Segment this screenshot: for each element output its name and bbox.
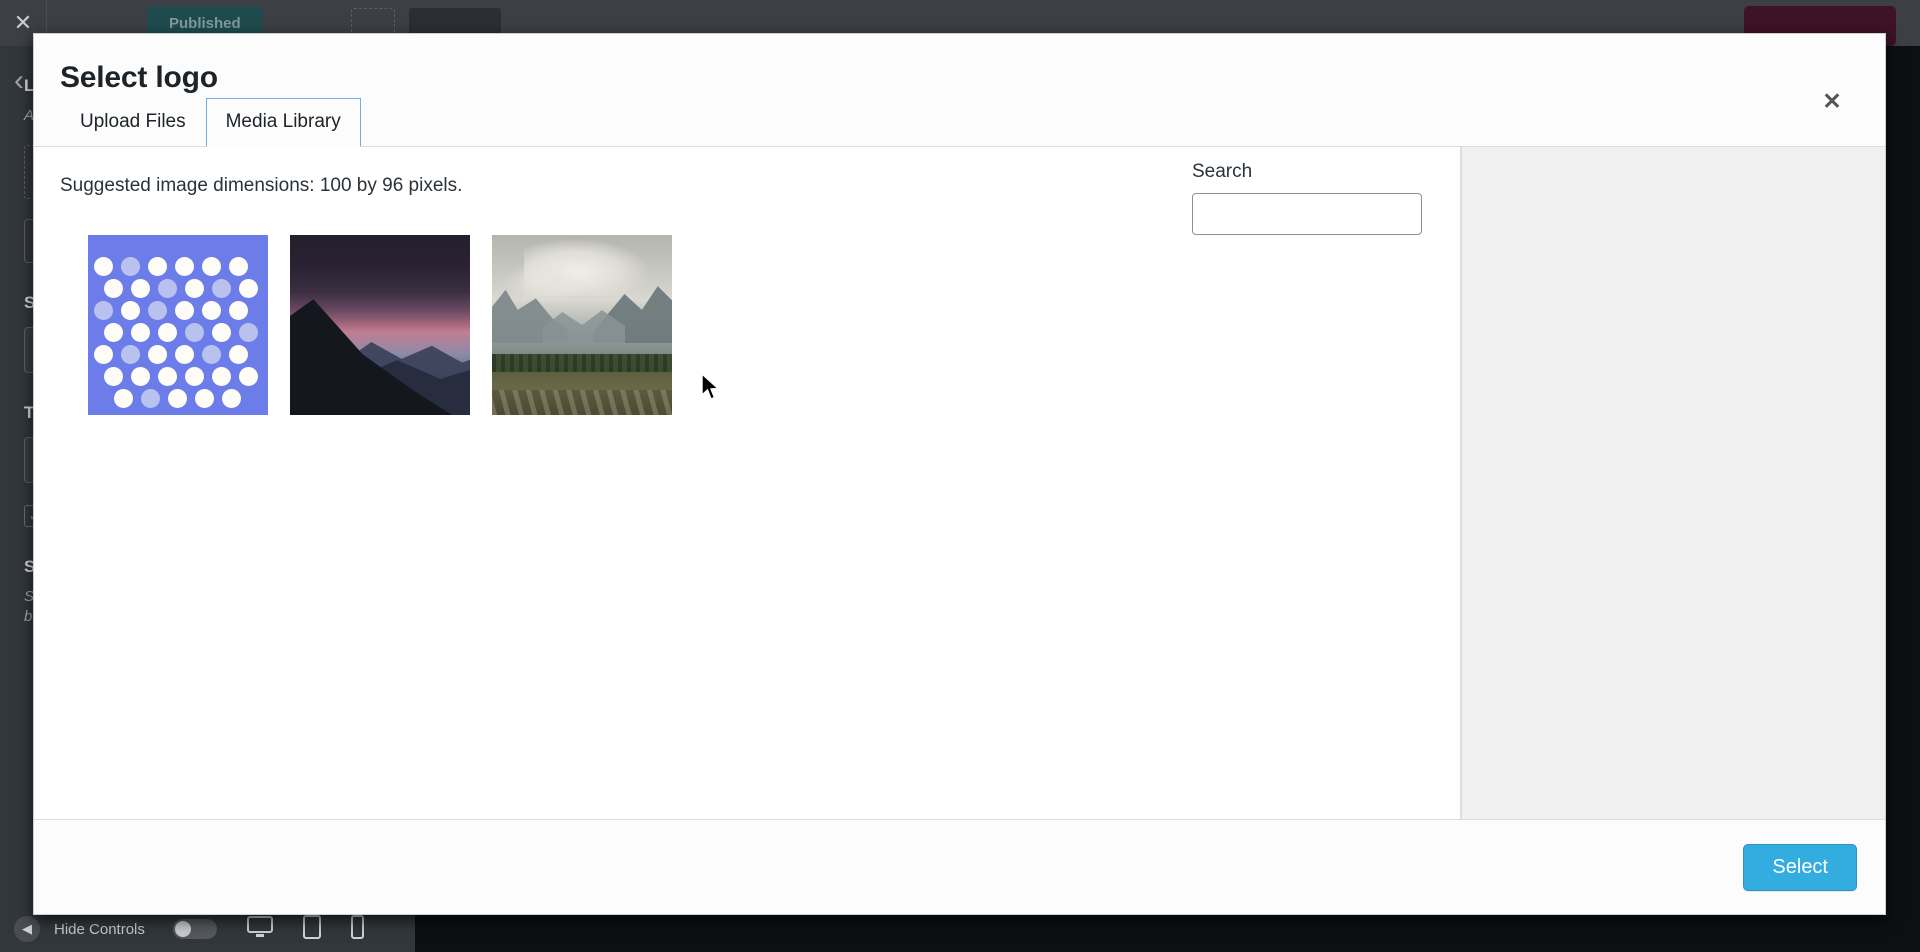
circle-back-arrow-icon[interactable]: ◀: [14, 916, 40, 942]
attachment-mountain-sunset-photo[interactable]: [290, 235, 470, 415]
desktop-icon[interactable]: [246, 915, 273, 943]
modal-tabs: Upload Files Media Library: [60, 98, 361, 147]
media-library-grid-pane: Suggested image dimensions: 100 by 96 pi…: [34, 147, 1461, 819]
foreground-rocks: [492, 389, 672, 415]
cloud-shape: [501, 260, 591, 304]
close-icon[interactable]: ✕: [1813, 82, 1851, 120]
modal-footer: Select: [34, 819, 1885, 914]
attachment-dotted-logo-tile[interactable]: [85, 232, 271, 418]
tablet-icon[interactable]: [302, 914, 321, 944]
tab-upload-files[interactable]: Upload Files: [60, 98, 206, 147]
mountain-ridge-center: [542, 310, 626, 347]
attachment-details-sidebar: [1461, 147, 1885, 819]
modal-header: Select logo ✕ Upload Files Media Library: [34, 34, 1885, 147]
power-toggle-icon[interactable]: [172, 919, 217, 939]
hide-controls-label[interactable]: Hide Controls: [54, 921, 145, 938]
page-title: Select logo: [60, 61, 218, 94]
search-input[interactable]: [1192, 193, 1422, 235]
select-button[interactable]: Select: [1743, 843, 1857, 891]
search-label: Search: [1192, 161, 1253, 182]
chevron-left-icon[interactable]: ‹: [14, 64, 24, 98]
mobile-icon[interactable]: [350, 914, 364, 944]
select-logo-modal: Select logo ✕ Upload Files Media Library…: [33, 33, 1886, 915]
tab-media-library[interactable]: Media Library: [205, 98, 361, 147]
search-zone: Search: [1192, 161, 1432, 235]
attachment-mountain-lake-photo[interactable]: [492, 235, 672, 415]
modal-body: Suggested image dimensions: 100 by 96 pi…: [34, 147, 1885, 819]
